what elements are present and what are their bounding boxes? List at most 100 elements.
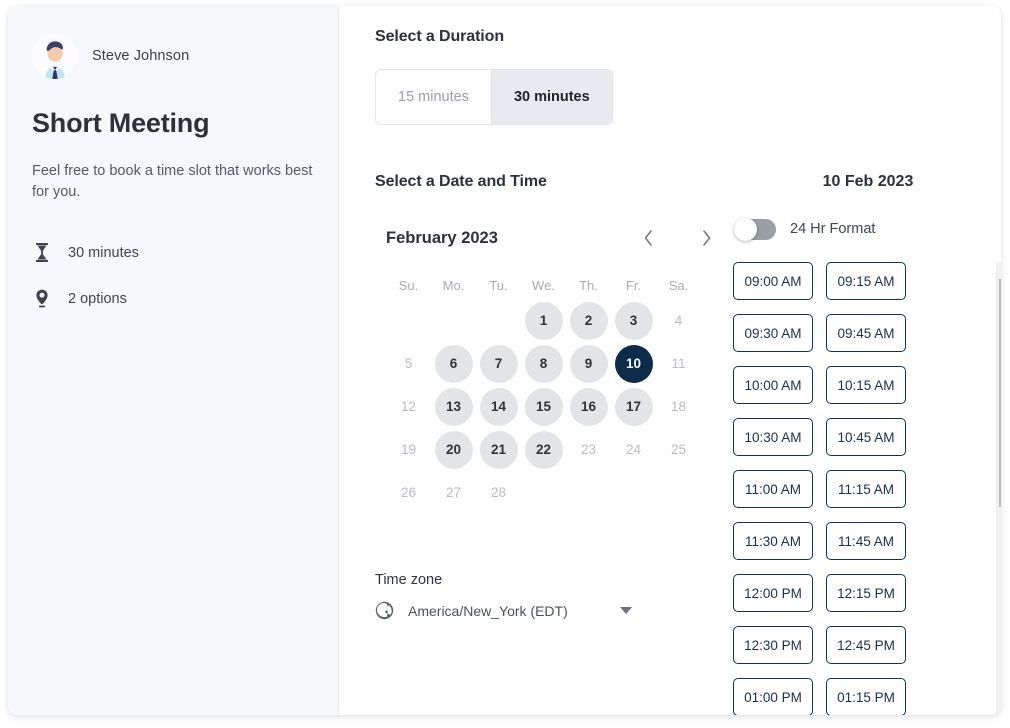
calendar-day-pill-20[interactable]: 20 xyxy=(435,431,473,469)
calendar-day-3[interactable]: 3 xyxy=(611,299,656,342)
calendar-weekday-5: Fr. xyxy=(611,271,656,299)
selected-date-label: 10 Feb 2023 xyxy=(723,173,1001,191)
calendar-day-pill-14[interactable]: 14 xyxy=(480,388,518,426)
calendar-day-pill-5: 5 xyxy=(390,345,428,383)
duration-option-15-minutes[interactable]: 15 minutes xyxy=(376,70,491,124)
caret-down-icon[interactable] xyxy=(619,602,633,620)
calendar-day-pill-19: 19 xyxy=(390,431,428,469)
time-slots-column: 24 Hr Format 09:00 AM09:15 AM09:30 AM09:… xyxy=(733,191,1001,715)
calendar-month-label: February 2023 xyxy=(386,229,631,248)
calendar-day-pill-3[interactable]: 3 xyxy=(615,302,653,340)
timezone-select[interactable]: America/New_York (EDT) xyxy=(375,601,633,620)
page-title: Short Meeting xyxy=(32,108,314,139)
time-slot-11-45-am[interactable]: 11:45 AM xyxy=(826,522,906,560)
time-slot-09-00-am[interactable]: 09:00 AM xyxy=(733,262,813,300)
time-slot-01-00-pm[interactable]: 01:00 PM xyxy=(733,678,813,715)
time-slot-12-00-pm[interactable]: 12:00 PM xyxy=(733,574,813,612)
duration-option-30-minutes[interactable]: 30 minutes xyxy=(491,70,612,124)
calendar-grid[interactable]: Su.Mo.Tu.We.Th.Fr.Sa.1234567891011121314… xyxy=(386,271,723,514)
calendar-day-10[interactable]: 10 xyxy=(611,342,656,385)
calendar-day-pill-13[interactable]: 13 xyxy=(435,388,473,426)
calendar-day-pill-26: 26 xyxy=(390,474,428,512)
calendar-day-4: 4 xyxy=(656,299,701,342)
scrollbar[interactable] xyxy=(996,262,1001,715)
24hr-format-label: 24 Hr Format xyxy=(790,221,875,237)
calendar-day-1[interactable]: 1 xyxy=(521,299,566,342)
calendar-day-pill-1[interactable]: 1 xyxy=(525,302,563,340)
location-pin-icon xyxy=(32,289,52,308)
calendar-day-14[interactable]: 14 xyxy=(476,385,521,428)
calendar-day-2[interactable]: 2 xyxy=(566,299,611,342)
calendar-column: February 2023 Su.Mo.Tu.We.Th.Fr.Sa.12345… xyxy=(375,191,723,715)
duration-segmented-control[interactable]: 15 minutes 30 minutes xyxy=(375,69,613,125)
calendar-day-22[interactable]: 22 xyxy=(521,428,566,471)
meta-row-duration: 30 minutes xyxy=(32,236,314,270)
time-slot-09-15-am[interactable]: 09:15 AM xyxy=(826,262,906,300)
booking-card: Steve Johnson Short Meeting Feel free to… xyxy=(8,6,1001,715)
time-slot-12-15-pm[interactable]: 12:15 PM xyxy=(826,574,906,612)
booking-main-panel: Select a Duration 15 minutes 30 minutes … xyxy=(339,6,1001,715)
calendar-day-pill-2[interactable]: 2 xyxy=(570,302,608,340)
avatar xyxy=(32,33,78,79)
time-slot-10-00-am[interactable]: 10:00 AM xyxy=(733,366,813,404)
calendar-day-20[interactable]: 20 xyxy=(431,428,476,471)
calendar-day-pill-9[interactable]: 9 xyxy=(570,345,608,383)
calendar-day-28: 28 xyxy=(476,471,521,514)
calendar-day-5: 5 xyxy=(386,342,431,385)
calendar-day-17[interactable]: 17 xyxy=(611,385,656,428)
scrollbar-thumb[interactable] xyxy=(999,279,1001,507)
calendar-day-16[interactable]: 16 xyxy=(566,385,611,428)
time-slots-scroll-area[interactable]: 09:00 AM 09:15 AM 09:30 AM 09:45 AM 10:00 AM… xyxy=(733,262,1001,715)
timezone-label: Time zone xyxy=(375,572,723,588)
calendar-day-pill-7[interactable]: 7 xyxy=(480,345,518,383)
calendar-day-24: 24 xyxy=(611,428,656,471)
calendar-day-pill-21[interactable]: 21 xyxy=(480,431,518,469)
time-slot-09-45-am[interactable]: 09:45 AM xyxy=(826,314,906,352)
calendar-day-pill-17[interactable]: 17 xyxy=(615,388,653,426)
time-slot-10-30-am[interactable]: 10:30 AM xyxy=(733,418,813,456)
calendar-day-9[interactable]: 9 xyxy=(566,342,611,385)
calendar-day-pill-15[interactable]: 15 xyxy=(525,388,563,426)
calendar-day-pill-28: 28 xyxy=(480,474,518,512)
time-slot-11-30-am[interactable]: 11:30 AM xyxy=(733,522,813,560)
calendar-day-21[interactable]: 21 xyxy=(476,428,521,471)
time-slot-10-45-am[interactable]: 10:45 AM xyxy=(826,418,906,456)
calendar-day-pill-10[interactable]: 10 xyxy=(615,345,653,383)
chevron-right-icon[interactable] xyxy=(689,221,723,255)
time-slot-11-00-am[interactable]: 11:00 AM xyxy=(733,470,813,508)
calendar-day-6[interactable]: 6 xyxy=(431,342,476,385)
host-row: Steve Johnson xyxy=(32,28,314,84)
time-slot-12-45-pm[interactable]: 12:45 PM xyxy=(826,626,906,664)
calendar-day-7[interactable]: 7 xyxy=(476,342,521,385)
calendar-nav: February 2023 xyxy=(386,209,723,267)
calendar-day-pill-22[interactable]: 22 xyxy=(525,431,563,469)
calendar-day-13[interactable]: 13 xyxy=(431,385,476,428)
calendar-weekday-1: Mo. xyxy=(431,271,476,299)
time-slots-grid[interactable]: 09:00 AM 09:15 AM 09:30 AM 09:45 AM 10:00 AM… xyxy=(733,262,933,715)
time-slot-09-30-am[interactable]: 09:30 AM xyxy=(733,314,813,352)
user-avatar-illustration-icon xyxy=(32,33,78,79)
calendar-weekday-4: Th. xyxy=(566,271,611,299)
datetime-header-row: Select a Date and Time 10 Feb 2023 xyxy=(375,173,1001,191)
calendar-day-18: 18 xyxy=(656,385,701,428)
calendar-day-pill-12: 12 xyxy=(390,388,428,426)
calendar-day-pill-8[interactable]: 8 xyxy=(525,345,563,383)
time-slot-01-15-pm[interactable]: 01:15 PM xyxy=(826,678,906,715)
toggle-knob xyxy=(734,218,757,241)
chevron-left-icon[interactable] xyxy=(631,221,665,255)
scroll-up-arrow-icon[interactable] xyxy=(997,262,1001,277)
calendar-day-pill-11: 11 xyxy=(660,345,698,383)
time-slot-11-15-am[interactable]: 11:15 AM xyxy=(826,470,906,508)
calendar-day-11: 11 xyxy=(656,342,701,385)
calendar-day-15[interactable]: 15 xyxy=(521,385,566,428)
calendar-day-pill-16[interactable]: 16 xyxy=(570,388,608,426)
calendar-day-26: 26 xyxy=(386,471,431,514)
calendar-day-pill-6[interactable]: 6 xyxy=(435,345,473,383)
time-slot-10-15-am[interactable]: 10:15 AM xyxy=(826,366,906,404)
scroll-down-arrow-icon[interactable] xyxy=(997,710,1001,715)
calendar-day-8[interactable]: 8 xyxy=(521,342,566,385)
meeting-meta-list: 30 minutes 2 options xyxy=(32,236,314,316)
calendar-day-25: 25 xyxy=(656,428,701,471)
time-slot-12-30-pm[interactable]: 12:30 PM xyxy=(733,626,813,664)
24hr-format-toggle[interactable] xyxy=(734,219,776,240)
